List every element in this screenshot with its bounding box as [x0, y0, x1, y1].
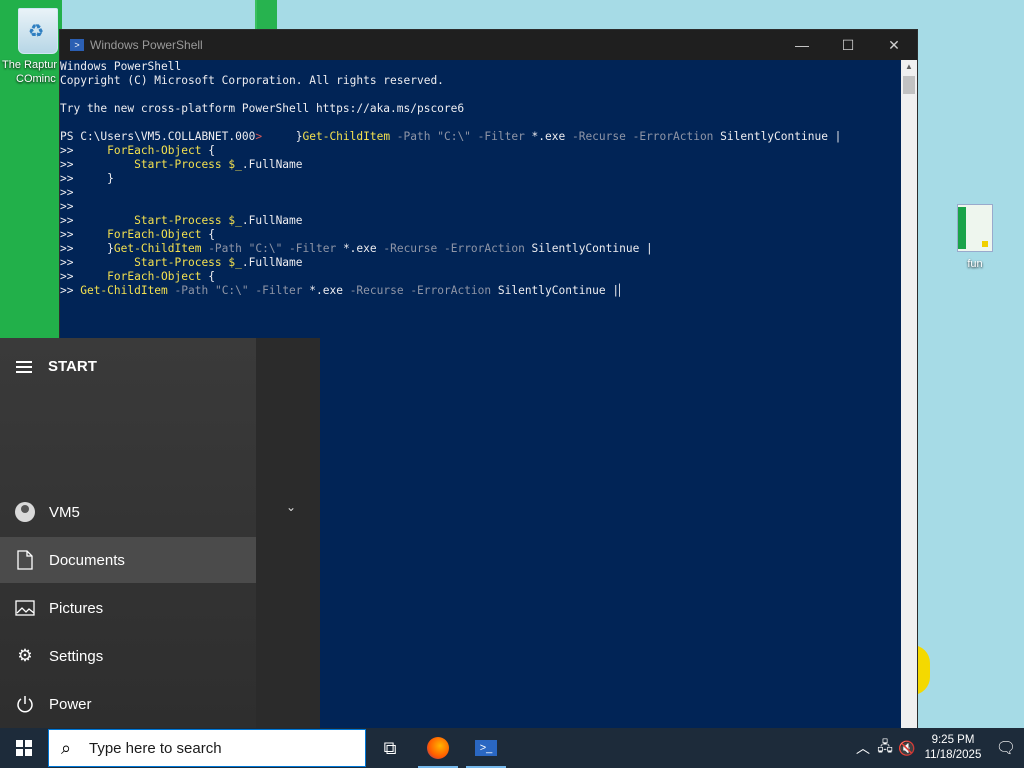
task-view-icon: ⧉ — [383, 737, 397, 758]
console-line: Copyright (C) Microsoft Corporation. All… — [60, 74, 444, 87]
start-item-label: Power — [49, 695, 92, 713]
start-item-settings[interactable]: ⚙ Settings — [0, 633, 256, 679]
console-line: >> ForEach-Object { — [60, 270, 215, 283]
taskbar: ⌕ ⧉ >_ ︿ 🖧 🔇 9:25 PM 11/18/2025 🗨 — [0, 728, 1024, 768]
desktop-icon-fun-label: fun — [967, 258, 983, 270]
power-icon — [15, 694, 35, 714]
start-item-label: Documents — [49, 551, 125, 569]
firefox-icon — [427, 737, 449, 759]
volume-muted-icon[interactable]: 🔇 — [896, 740, 918, 757]
clock[interactable]: 9:25 PM 11/18/2025 — [918, 733, 988, 763]
start-button[interactable] — [0, 728, 48, 768]
powershell-icon: >_ — [475, 740, 497, 756]
recycle-bin-icon: ♻ — [18, 8, 58, 54]
user-avatar-icon — [15, 502, 35, 522]
search-icon: ⌕ — [61, 738, 72, 758]
desktop-wallpaper-green-edge — [255, 0, 277, 30]
chevron-up-icon[interactable]: ︿ — [852, 738, 874, 758]
start-menu-header[interactable]: START — [16, 358, 97, 375]
task-view-button[interactable]: ⧉ — [366, 728, 414, 768]
start-menu: START VM5 ⌄ Documents Pictures ⚙ Setting… — [0, 338, 320, 728]
minimize-button[interactable]: — — [779, 30, 825, 60]
document-icon — [15, 550, 35, 570]
close-button[interactable]: ✕ — [871, 30, 917, 60]
desktop-icon-fun[interactable]: fun — [945, 204, 1005, 270]
console-line: >> Start-Process $_.FullName — [60, 214, 303, 227]
console-line: >> Get-ChildItem -Path "C:\" -Filter *.e… — [60, 284, 626, 297]
start-item-label: Pictures — [49, 599, 104, 617]
file-icon — [957, 204, 993, 252]
powershell-titlebar[interactable]: > Windows PowerShell — ☐ ✕ — [60, 30, 917, 60]
search-input[interactable] — [87, 738, 351, 758]
console-line: >> } — [60, 172, 114, 185]
scrollbar-thumb[interactable] — [903, 76, 915, 94]
console-line: Windows PowerShell — [60, 60, 182, 73]
network-icon[interactable]: 🖧 — [874, 736, 896, 760]
desktop-icon-recycle-bin[interactable]: ♻ — [8, 8, 68, 54]
console-line: >> ForEach-Object { — [60, 144, 215, 157]
start-item-power[interactable]: Power — [0, 681, 256, 727]
taskbar-firefox[interactable] — [414, 728, 462, 768]
console-line: >> — [60, 200, 74, 213]
pictures-icon — [15, 598, 35, 618]
desktop-icon-label-2: COminc — [16, 73, 56, 85]
start-item-pictures[interactable]: Pictures — [0, 585, 256, 631]
start-item-documents[interactable]: Documents — [0, 537, 256, 583]
window-title: Windows PowerShell — [90, 38, 203, 52]
hamburger-menu-icon — [16, 360, 32, 373]
console-line: >> ForEach-Object { — [60, 228, 215, 241]
maximize-button[interactable]: ☐ — [825, 30, 871, 60]
desktop-icon-label-1: The Raptur — [2, 59, 58, 71]
chevron-down-icon[interactable]: ⌄ — [286, 500, 296, 514]
taskbar-powershell[interactable]: >_ — [462, 728, 510, 768]
start-label: START — [48, 358, 97, 375]
console-line: >> }Get-ChildItem -Path "C:\" -Filter *.… — [60, 242, 653, 255]
start-item-user[interactable]: VM5 — [0, 489, 256, 535]
console-line: >> — [60, 186, 74, 199]
start-item-label: VM5 — [49, 503, 80, 521]
powershell-icon: > — [70, 39, 84, 51]
scroll-up-arrow-icon[interactable]: ▲ — [901, 60, 917, 74]
vertical-scrollbar[interactable]: ▲ — [901, 60, 917, 728]
system-tray: ︿ 🖧 🔇 9:25 PM 11/18/2025 🗨 — [852, 728, 1024, 768]
gear-icon: ⚙ — [17, 646, 33, 665]
taskbar-search[interactable]: ⌕ — [48, 729, 366, 767]
windows-logo-icon — [16, 740, 32, 756]
clock-date: 11/18/2025 — [924, 749, 982, 761]
start-item-label: Settings — [49, 647, 104, 665]
clock-time: 9:25 PM — [931, 734, 975, 746]
console-line: Try the new cross-platform PowerShell ht… — [60, 102, 465, 115]
console-line: PS C:\Users\VM5.COLLABNET.000> }Get-Chil… — [60, 130, 842, 143]
console-line: >> Start-Process $_.FullName — [60, 158, 303, 171]
notification-icon[interactable]: 🗨 — [988, 738, 1024, 758]
console-line: >> Start-Process $_.FullName — [60, 256, 303, 269]
